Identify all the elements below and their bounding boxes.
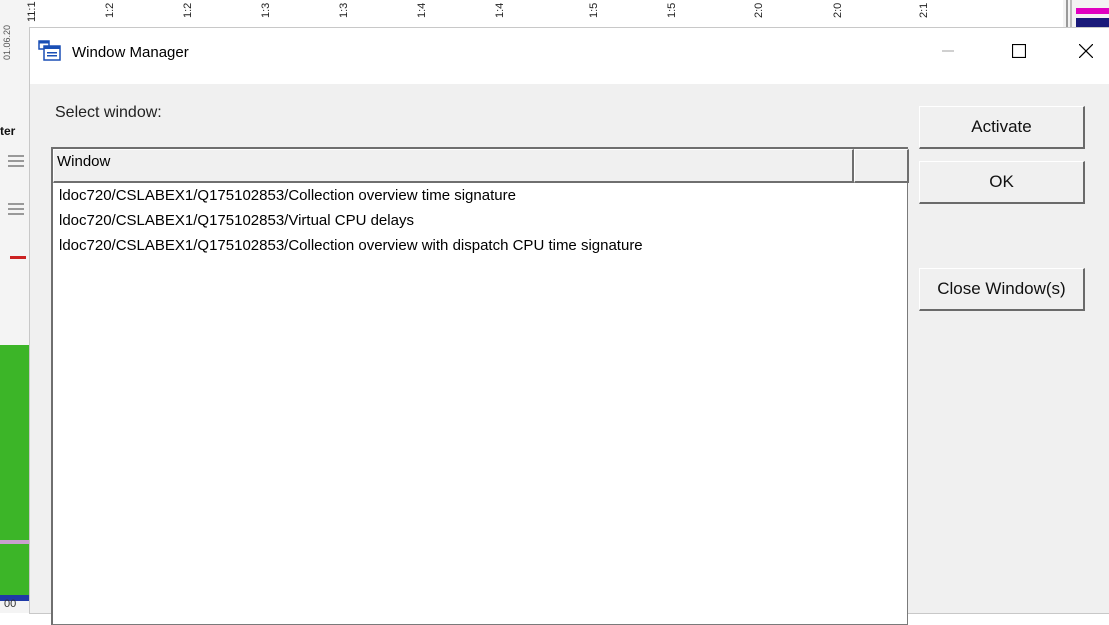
window-manager-icon: [38, 40, 61, 61]
window-manager-dialog: Window Manager Select window: Window ldo…: [30, 28, 1109, 625]
list-item[interactable]: ldoc720/CSLABEX1/Q175102853/Virtual CPU …: [59, 212, 414, 229]
time-tick: 2:0: [832, 2, 844, 18]
list-item[interactable]: ldoc720/CSLABEX1/Q175102853/Collection o…: [59, 237, 643, 254]
side-label: ter: [0, 124, 16, 138]
list-header: Window: [53, 149, 909, 183]
time-tick: 1:5: [666, 2, 678, 18]
time-tick: 11:1: [26, 1, 38, 22]
legend-swatch-navy: [1076, 18, 1109, 28]
maximize-icon: [1012, 44, 1026, 58]
activate-button[interactable]: Activate: [919, 106, 1085, 149]
time-tick: 1:3: [338, 2, 350, 18]
select-window-label: Select window:: [55, 104, 162, 121]
dialog-title: Window Manager: [72, 44, 189, 61]
minimize-icon: [942, 50, 954, 52]
menu-lines-icon: [8, 155, 24, 169]
list-item[interactable]: ldoc720/CSLABEX1/Q175102853/Collection o…: [59, 187, 516, 204]
time-tick: 1:4: [494, 2, 506, 18]
time-tick: 1:2: [104, 2, 116, 18]
time-tick: 1:4: [416, 2, 428, 18]
minimize-button[interactable]: [925, 28, 971, 74]
close-button[interactable]: [1063, 28, 1109, 74]
time-tick: 1:3: [260, 2, 272, 18]
time-tick: 1:2: [182, 2, 194, 18]
time-tick: 2:1: [918, 2, 930, 18]
window-list[interactable]: Window ldoc720/CSLABEX1/Q175102853/Colle…: [51, 147, 909, 625]
legend-swatch-magenta: [1076, 8, 1109, 14]
time-tick: 2:0: [753, 2, 765, 18]
chart-line-pink: [0, 540, 30, 544]
title-bar[interactable]: Window Manager: [30, 28, 1109, 84]
date-label: 01.06.20: [2, 24, 12, 60]
column-header-empty[interactable]: [854, 149, 909, 183]
close-windows-button[interactable]: Close Window(s): [919, 268, 1085, 311]
close-icon: [1079, 44, 1093, 58]
time-tick: 1:5: [588, 2, 600, 18]
chart-marker-red: [10, 256, 26, 259]
menu-lines-icon: [8, 203, 24, 217]
column-header-window[interactable]: Window: [53, 149, 854, 183]
ok-button[interactable]: OK: [919, 161, 1085, 204]
bottom-left-label: 00: [4, 598, 17, 610]
chart-area-green: [0, 345, 30, 600]
maximize-button[interactable]: [996, 28, 1042, 74]
